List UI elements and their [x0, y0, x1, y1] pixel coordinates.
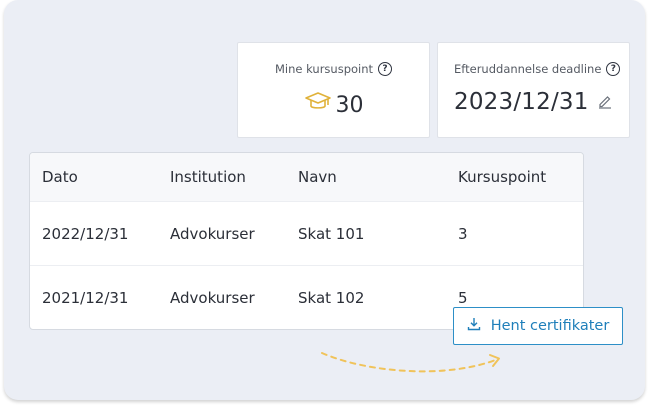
- download-certificates-label: Hent certifikater: [490, 318, 610, 334]
- deadline-card: Efteruddannelse deadline ? 2023/12/31: [437, 42, 630, 138]
- download-icon: [467, 317, 481, 335]
- edit-pencil-icon[interactable]: [597, 89, 613, 115]
- graduation-cap-icon: [304, 91, 332, 119]
- courses-table: Dato Institution Navn Kursuspoint 2022/1…: [29, 152, 584, 330]
- cell-institution: Advokurser: [170, 288, 255, 307]
- course-points-value: 30: [335, 92, 364, 118]
- deadline-value-row: 2023/12/31: [454, 89, 613, 115]
- cell-dato: 2021/12/31: [42, 288, 129, 307]
- cell-kursuspoint: 3: [458, 224, 468, 243]
- help-icon[interactable]: ?: [606, 62, 621, 76]
- table-row[interactable]: 2022/12/31 Advokurser Skat 101 3: [30, 202, 583, 266]
- deadline-label: Efteruddannelse deadline: [454, 62, 602, 76]
- cell-navn: Skat 101: [298, 224, 365, 243]
- deadline-label-row: Efteruddannelse deadline ?: [454, 62, 629, 76]
- table-header: Dato Institution Navn Kursuspoint: [30, 153, 583, 202]
- help-icon[interactable]: ?: [378, 62, 393, 76]
- course-points-card: Mine kursuspoint ? 30: [237, 42, 430, 138]
- download-certificates-button[interactable]: Hent certifikater: [453, 307, 623, 345]
- course-points-label-row: Mine kursuspoint ?: [238, 62, 429, 76]
- deadline-value: 2023/12/31: [454, 89, 589, 115]
- header-kursuspoint[interactable]: Kursuspoint: [458, 153, 546, 201]
- cell-navn: Skat 102: [298, 288, 365, 307]
- cell-dato: 2022/12/31: [42, 224, 129, 243]
- course-points-value-row: 30: [238, 91, 429, 119]
- decorative-arrow: [321, 352, 500, 373]
- course-points-label: Mine kursuspoint: [274, 62, 374, 76]
- header-dato[interactable]: Dato: [42, 153, 78, 201]
- header-institution[interactable]: Institution: [170, 153, 246, 201]
- header-navn[interactable]: Navn: [298, 153, 337, 201]
- cell-institution: Advokurser: [170, 224, 255, 243]
